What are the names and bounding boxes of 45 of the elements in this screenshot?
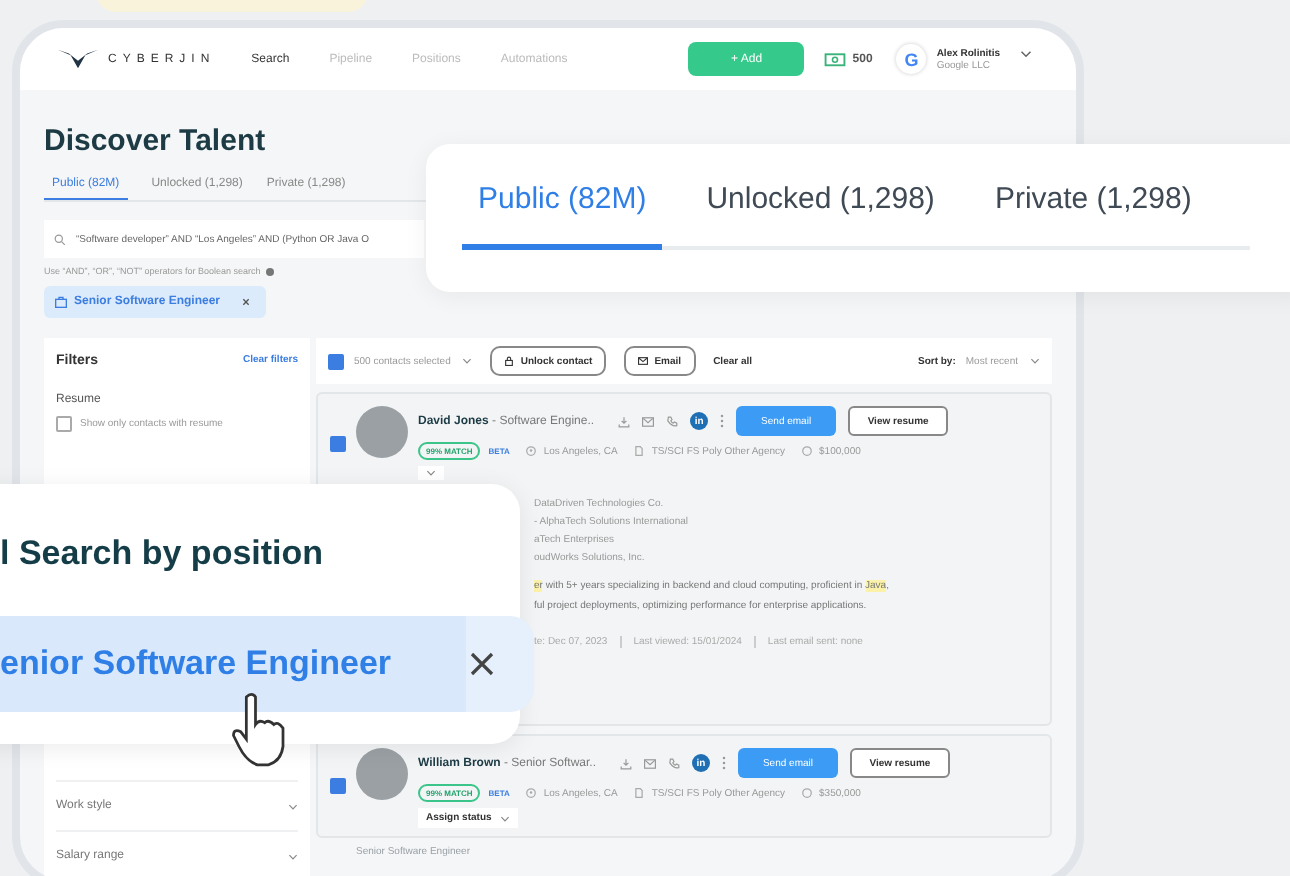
checkbox[interactable] — [330, 436, 346, 452]
page-title: Discover Talent — [44, 124, 268, 158]
location-pin-icon — [525, 446, 536, 456]
chevron-down-icon[interactable] — [1030, 358, 1040, 364]
phone-icon[interactable] — [666, 415, 679, 427]
status-dropdown[interactable] — [418, 466, 444, 480]
download-icon[interactable] — [618, 415, 631, 427]
more-icon[interactable] — [720, 414, 725, 428]
document-icon — [633, 446, 644, 456]
more-icon[interactable] — [721, 756, 726, 770]
lock-icon — [504, 356, 515, 366]
money-icon — [824, 50, 847, 68]
tab[interactable]: Public (82M) — [462, 178, 663, 250]
chevron-down-icon — [426, 470, 436, 476]
position-chip[interactable]: enior Software Engineer — [0, 616, 534, 712]
coin-icon — [801, 446, 812, 456]
chevron-down-icon[interactable] — [462, 358, 473, 364]
search-icon — [54, 233, 66, 245]
callout-title: l Search by position — [0, 534, 326, 574]
mail-icon[interactable] — [642, 415, 655, 427]
chevron-down-icon — [499, 815, 510, 821]
download-icon[interactable] — [619, 757, 632, 769]
company-avatar: G — [896, 44, 927, 74]
logo-icon — [56, 48, 100, 70]
info-icon — [266, 267, 275, 275]
checkbox[interactable] — [330, 778, 346, 794]
tab[interactable]: Private (1,298) — [978, 178, 1208, 246]
avatar-placeholder — [356, 406, 408, 458]
checkbox[interactable] — [328, 353, 344, 369]
document-icon — [633, 788, 644, 798]
mail-icon — [638, 356, 649, 366]
chevron-down-icon[interactable] — [1020, 49, 1032, 57]
checkbox[interactable] — [56, 416, 72, 432]
close-icon[interactable] — [242, 298, 251, 306]
chip-label: enior Software Engineer — [0, 644, 392, 684]
chevron-down-icon[interactable] — [288, 853, 298, 859]
chevron-down-icon[interactable] — [288, 803, 298, 809]
location-pin-icon — [525, 788, 536, 798]
mail-icon[interactable] — [643, 757, 656, 769]
avatar-placeholder — [356, 748, 408, 800]
close-icon[interactable] — [470, 652, 494, 676]
tab[interactable]: Unlocked (1,298) — [690, 178, 951, 246]
coin-icon — [801, 788, 812, 798]
phone-icon[interactable] — [667, 757, 680, 769]
briefcase-icon — [54, 296, 68, 308]
